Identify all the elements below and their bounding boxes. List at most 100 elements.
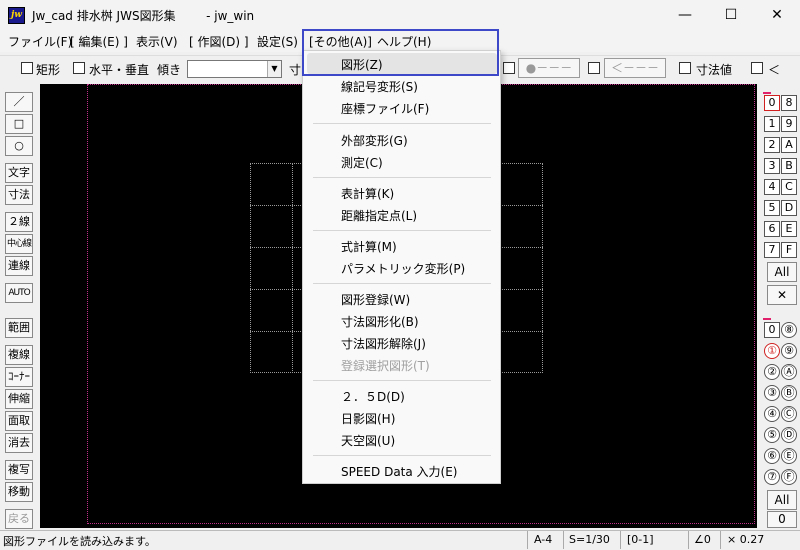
menu-item-dim-shape-release[interactable]: 寸法図形解除(J) [341, 335, 426, 352]
menu-item-parametric-transform[interactable]: パラメトリック変形(P) [341, 260, 465, 277]
tool-corner[interactable]: ｺｰﾅｰ [5, 367, 33, 387]
layer-button[interactable]: Ⓓ [781, 427, 797, 443]
drawing-line [292, 163, 293, 373]
layer-group-button[interactable]: C [781, 179, 797, 195]
menu-item-measure[interactable]: 測定(C) [341, 154, 383, 171]
layer-group-button[interactable]: 3 [764, 158, 780, 174]
menu-item-external-transform[interactable]: 外部変形(G) [341, 132, 408, 149]
layer-button[interactable]: Ⓒ [781, 406, 797, 422]
layer-group-button[interactable]: D [781, 200, 797, 216]
menu-settings[interactable]: 設定(S) [257, 33, 298, 50]
layer-button[interactable]: Ⓕ [781, 469, 797, 485]
menu-item-spreadsheet[interactable]: 表計算(K) [341, 185, 394, 202]
tool-undo[interactable]: 戻る [5, 509, 33, 529]
layer-button[interactable]: ⑤ [764, 427, 780, 443]
layer-group-button[interactable]: 2 [764, 137, 780, 153]
tool-range[interactable]: 範囲 [5, 318, 33, 338]
tool-center-line[interactable]: 中心線 [5, 234, 33, 254]
menu-edit[interactable]: [ 編集(E) ] [70, 33, 128, 50]
line-style-button-1[interactable]: ●－－－ [518, 58, 580, 78]
layer-group-button[interactable]: 6 [764, 221, 780, 237]
layer-group-button[interactable]: E [781, 221, 797, 237]
layer-button[interactable]: 0 [764, 322, 780, 338]
layer-button[interactable]: ③ [764, 385, 780, 401]
layer-button[interactable]: ⑥ [764, 448, 780, 464]
menu-item-shape[interactable]: 図形(Z) [341, 56, 383, 73]
layer-group-button[interactable]: 4 [764, 179, 780, 195]
tool-connect-line[interactable]: 連線 [5, 256, 33, 276]
layer-button[interactable]: Ⓑ [781, 385, 797, 401]
close-button[interactable]: ✕ [754, 0, 800, 30]
layer-button[interactable]: ⑧ [781, 322, 797, 338]
menu-item-line-symbol-transform[interactable]: 線記号変形(S) [341, 78, 418, 95]
close-icon[interactable]: ✕ [767, 285, 797, 305]
menu-draw[interactable]: [ 作図(D) ] [189, 33, 249, 50]
layer-group-button[interactable]: 0 [764, 95, 780, 111]
tool-copy[interactable]: 複写 [5, 460, 33, 480]
layer-button[interactable]: ⑦ [764, 469, 780, 485]
layer-group-button[interactable]: A [781, 137, 797, 153]
tool-auto[interactable]: AUTO [5, 283, 33, 303]
tool-chamfer[interactable]: 面取 [5, 411, 33, 431]
layer-group-button[interactable]: 1 [764, 116, 780, 132]
layer-button[interactable]: Ⓐ [781, 364, 797, 380]
horizontal-vertical-label: 水平・垂直 [89, 63, 150, 77]
menu-item-shape-register[interactable]: 図形登録(W) [341, 291, 410, 308]
tool-move[interactable]: 移動 [5, 482, 33, 502]
status-scale[interactable]: S=1/30 [569, 533, 610, 546]
dim-value-checkbox[interactable] [679, 62, 691, 74]
menu-item-dim-to-shape[interactable]: 寸法図形化(B) [341, 313, 419, 330]
status-zoom[interactable]: × 0.27 [727, 533, 764, 546]
tool-offset[interactable]: 複線 [5, 345, 33, 365]
minimize-button[interactable]: — [662, 0, 708, 30]
layer-all-button[interactable]: All [767, 490, 797, 510]
menu-file[interactable]: ファイル(F) [8, 33, 72, 50]
status-paper-size[interactable]: A-4 [534, 533, 552, 546]
layer-group-button[interactable]: B [781, 158, 797, 174]
menu-other[interactable]: [その他(A)] [309, 33, 372, 50]
layer-button[interactable]: Ⓔ [781, 448, 797, 464]
lt-checkbox[interactable] [751, 62, 763, 74]
tool-text[interactable]: 文字 [5, 163, 33, 183]
layer-button[interactable]: ⑨ [781, 343, 797, 359]
layer-group-button[interactable]: 5 [764, 200, 780, 216]
layer-button[interactable]: ④ [764, 406, 780, 422]
layer-group-all-button[interactable]: All [767, 262, 797, 282]
angle-combo[interactable]: ▼ [187, 60, 282, 78]
tool-erase[interactable]: 消去 [5, 433, 33, 453]
rect-checkbox[interactable] [21, 62, 33, 74]
tool-dimension[interactable]: 寸法 [5, 185, 33, 205]
menu-item-distance-point[interactable]: 距離指定点(L) [341, 207, 417, 224]
menu-item-coordinate-file[interactable]: 座標ファイル(F) [341, 100, 429, 117]
layer-group-button[interactable]: F [781, 242, 797, 258]
line-style-checkbox-2[interactable] [588, 62, 600, 74]
status-layer[interactable]: [0-1] [627, 533, 654, 546]
layer-group-button[interactable]: 9 [781, 116, 797, 132]
tool-double-line[interactable]: ２線 [5, 212, 33, 232]
maximize-button[interactable]: ☐ [708, 0, 754, 30]
window-title: Jw_cad 排水桝 JWS図形集 - jw_win [32, 9, 255, 23]
layer-zero-button[interactable]: 0 [767, 511, 797, 528]
tool-rectangle[interactable]: □ [5, 114, 33, 134]
menu-item-shadow-diagram[interactable]: 日影図(H) [341, 410, 395, 427]
tool-circle[interactable]: ○ [5, 136, 33, 156]
layer-group-button[interactable]: 8 [781, 95, 797, 111]
menu-item-sky-diagram[interactable]: 天空図(U) [341, 432, 395, 449]
menu-item-2-5d[interactable]: ２．５D(D) [341, 388, 405, 405]
status-separator [527, 531, 528, 549]
menu-view[interactable]: 表示(V) [136, 33, 178, 50]
status-angle[interactable]: ∠0 [694, 533, 711, 546]
menu-item-speed-data-input[interactable]: SPEED Data 入力(E) [341, 463, 458, 480]
lt-label: ＜ [768, 63, 781, 77]
horizontal-vertical-checkbox[interactable] [73, 62, 85, 74]
menu-item-formula-calc[interactable]: 式計算(M) [341, 238, 397, 255]
layer-button[interactable]: ② [764, 364, 780, 380]
menu-help[interactable]: ヘルプ(H) [377, 33, 431, 50]
layer-button-active[interactable]: ① [764, 343, 780, 359]
line-style-button-2[interactable]: ＜－－－ [604, 58, 666, 78]
chevron-down-icon[interactable]: ▼ [267, 61, 281, 77]
tool-stretch[interactable]: 伸縮 [5, 389, 33, 409]
tool-line[interactable]: ／ [5, 92, 33, 112]
layer-group-button[interactable]: 7 [764, 242, 780, 258]
line-style-checkbox-1[interactable] [503, 62, 515, 74]
